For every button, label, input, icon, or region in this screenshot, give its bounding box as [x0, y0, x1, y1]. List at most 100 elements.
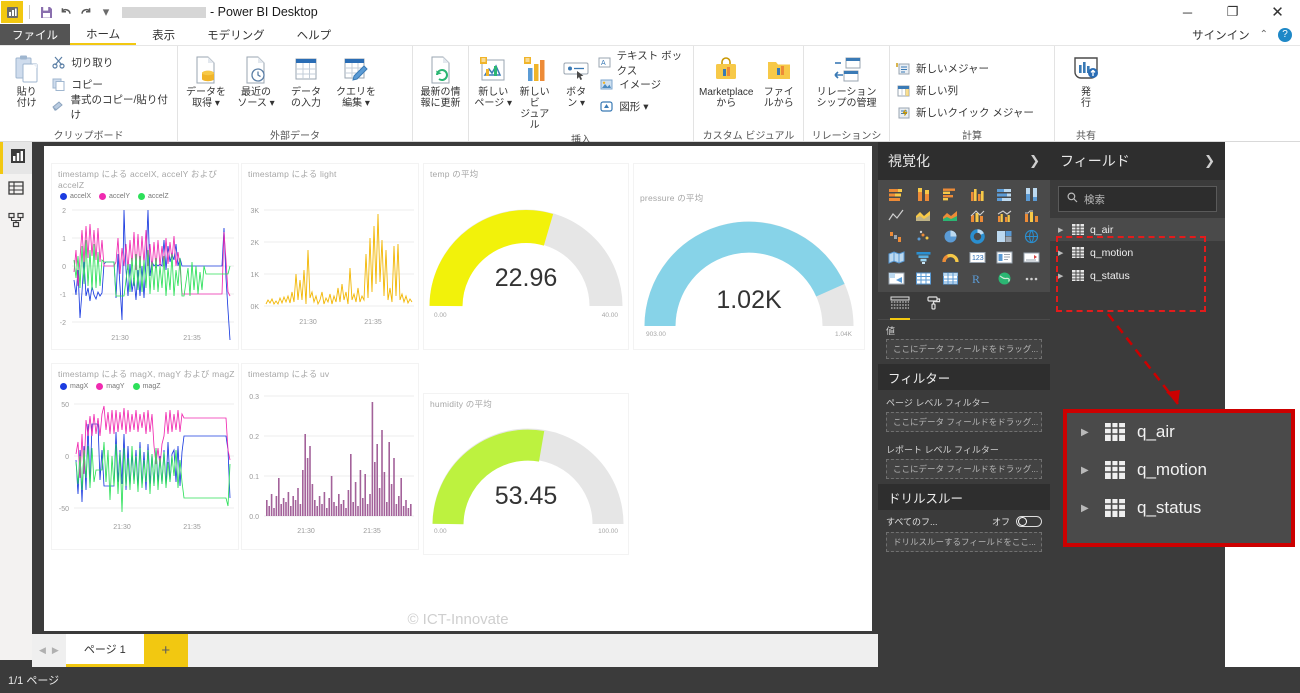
- shapes-icon: [598, 100, 614, 113]
- new-measure-button[interactable]: 新しいメジャー: [895, 59, 1034, 78]
- edit-queries-button[interactable]: クエリを 編集 ▾: [333, 49, 379, 109]
- accel-chart[interactable]: timestamp による accelX, accelY および accelZ …: [52, 164, 238, 349]
- get-data-button[interactable]: データを 取得 ▾: [183, 49, 229, 109]
- waterfall-chart-icon[interactable]: [884, 227, 909, 245]
- field-item-q-air[interactable]: ▶ q_air: [1050, 218, 1225, 241]
- tab-home[interactable]: ホーム: [70, 24, 137, 45]
- uv-chart[interactable]: timestamp による uv 0.3 0.2 0.1 0.0 21:30 2…: [242, 364, 418, 549]
- add-page-button[interactable]: +: [143, 634, 188, 667]
- marketplace-button[interactable]: Marketplace から: [699, 49, 753, 109]
- chevron-right-icon[interactable]: ▶: [1058, 272, 1066, 280]
- tab-file[interactable]: ファイル: [0, 24, 70, 45]
- image-button[interactable]: イメージ: [598, 75, 688, 94]
- multi-row-card-icon[interactable]: [992, 248, 1017, 266]
- mag-chart[interactable]: timestamp による magX, magY および magZ magX m…: [52, 364, 238, 549]
- stacked-bar-chart-icon[interactable]: [884, 185, 909, 203]
- 100-stacked-column-chart-icon[interactable]: [1019, 185, 1044, 203]
- new-visual-button[interactable]: 新しいビ ジュアル: [515, 49, 553, 131]
- restore-button[interactable]: ❐: [1210, 0, 1255, 24]
- paste-button[interactable]: 貼り 付け: [5, 49, 48, 109]
- area-chart-icon[interactable]: [911, 206, 936, 224]
- map-icon[interactable]: [1019, 227, 1044, 245]
- y-tick-label: 0.1: [249, 474, 259, 481]
- close-button[interactable]: ✕: [1255, 0, 1300, 24]
- humidity-gauge[interactable]: humidity の平均 53.45 0.00 100.00: [424, 394, 628, 554]
- undo-icon[interactable]: [56, 2, 76, 22]
- text-box-button[interactable]: A テキスト ボックス: [598, 50, 688, 77]
- button-button[interactable]: ボタ ン ▾: [557, 49, 595, 109]
- chevron-down-icon[interactable]: ▾: [96, 2, 116, 22]
- refresh-button[interactable]: 最新の情 報に更新: [418, 49, 463, 109]
- chevron-left-icon[interactable]: ◀: [39, 645, 46, 656]
- sidebar-item-model-view[interactable]: [0, 206, 32, 238]
- donut-chart-icon[interactable]: [965, 227, 990, 245]
- values-dropzone[interactable]: ここにデータ フィールドをドラッグ...: [886, 339, 1042, 359]
- sign-in-button[interactable]: サインイン: [1192, 27, 1250, 43]
- chevron-right-icon[interactable]: ❯: [1029, 153, 1040, 169]
- new-column-button[interactable]: 新しい列: [895, 81, 1034, 100]
- 100-stacked-bar-chart-icon[interactable]: [992, 185, 1017, 203]
- shapes-button[interactable]: 図形 ▾: [598, 97, 688, 116]
- save-icon[interactable]: [36, 2, 56, 22]
- page-level-filter-dropzone[interactable]: ここにデータ フィールドをドラッグ...: [886, 412, 1042, 432]
- clustered-bar-chart-icon[interactable]: [938, 185, 963, 203]
- clustered-column-chart-icon[interactable]: [965, 185, 990, 203]
- chevron-right-icon[interactable]: ▶: [52, 645, 59, 656]
- from-file-button[interactable]: ファイ ルから: [759, 49, 798, 109]
- temp-gauge[interactable]: temp の平均 22.96 0.00 40.00: [424, 164, 628, 349]
- scatter-chart-icon[interactable]: [911, 227, 936, 245]
- y-tick-label: -50: [59, 506, 69, 513]
- search-input[interactable]: 検索: [1058, 186, 1217, 212]
- funnel-icon[interactable]: [911, 248, 936, 266]
- table-icon[interactable]: [911, 269, 936, 287]
- new-page-button[interactable]: 新しい ページ ▾: [474, 49, 512, 109]
- drillthrough-dropzone[interactable]: ドリルスルーするフィールドをここ...: [886, 532, 1042, 552]
- filled-map-icon[interactable]: [884, 248, 909, 266]
- field-item-q-status[interactable]: ▶ q_status: [1050, 264, 1225, 287]
- recent-sources-button[interactable]: 最近の ソース ▾: [233, 49, 279, 109]
- slicer-icon[interactable]: [884, 269, 909, 287]
- chevron-right-icon[interactable]: ▶: [1058, 249, 1066, 257]
- redo-icon[interactable]: [76, 2, 96, 22]
- sidebar-item-report-view[interactable]: [0, 142, 32, 174]
- gauge-icon[interactable]: [938, 248, 963, 266]
- light-chart[interactable]: timestamp による light 3K 2K 1K 0K 21:30 21…: [242, 164, 418, 349]
- kpi-icon[interactable]: [1019, 248, 1044, 266]
- sidebar-item-data-view[interactable]: [0, 174, 32, 206]
- minimize-button[interactable]: ─: [1165, 0, 1210, 24]
- enter-data-button[interactable]: データ の入力: [283, 49, 329, 109]
- chevron-right-icon[interactable]: ▶: [1058, 226, 1066, 234]
- line-clustered-column-chart-icon[interactable]: [992, 206, 1017, 224]
- publish-button[interactable]: 発 行: [1060, 49, 1112, 109]
- all-fields-toggle[interactable]: [1016, 516, 1042, 527]
- more-options-icon[interactable]: [1019, 269, 1044, 287]
- stacked-area-chart-icon[interactable]: [938, 206, 963, 224]
- ribbon-chart-icon[interactable]: [1019, 206, 1044, 224]
- r-script-visual-icon[interactable]: R: [965, 269, 990, 287]
- pie-chart-icon[interactable]: [938, 227, 963, 245]
- arcgis-map-icon[interactable]: [992, 269, 1017, 287]
- tab-format[interactable]: [926, 293, 942, 319]
- line-chart-icon[interactable]: [884, 206, 909, 224]
- tab-help[interactable]: ヘルプ: [281, 24, 348, 45]
- report-canvas[interactable]: timestamp による accelX, accelY および accelZ …: [44, 146, 872, 631]
- question-mark-icon[interactable]: ?: [1278, 27, 1292, 42]
- chevron-up-icon[interactable]: ⌃: [1260, 29, 1268, 40]
- manage-relationships-button[interactable]: リレーション シップの管理: [809, 49, 884, 109]
- card-icon[interactable]: 123: [965, 248, 990, 266]
- line-stacked-column-chart-icon[interactable]: [965, 206, 990, 224]
- treemap-icon[interactable]: [992, 227, 1017, 245]
- field-item-q-motion[interactable]: ▶ q_motion: [1050, 241, 1225, 264]
- stacked-column-chart-icon[interactable]: [911, 185, 936, 203]
- page-tab-1[interactable]: ページ 1: [65, 634, 144, 667]
- tab-view[interactable]: 表示: [136, 24, 191, 45]
- matrix-icon[interactable]: [938, 269, 963, 287]
- format-painter-button[interactable]: 書式のコピー/貼り付け: [50, 94, 172, 121]
- tab-fields[interactable]: [890, 293, 910, 320]
- chevron-right-icon[interactable]: ❯: [1204, 153, 1215, 169]
- tab-modeling[interactable]: モデリング: [191, 24, 281, 45]
- report-level-filter-dropzone[interactable]: ここにデータ フィールドをドラッグ...: [886, 459, 1042, 479]
- new-quick-measure-button[interactable]: 新しいクイック メジャー: [895, 103, 1034, 122]
- pressure-gauge[interactable]: pressure の平均 1.02K 903.00 1.04K: [634, 164, 864, 349]
- cut-button[interactable]: 切り取り: [50, 53, 172, 72]
